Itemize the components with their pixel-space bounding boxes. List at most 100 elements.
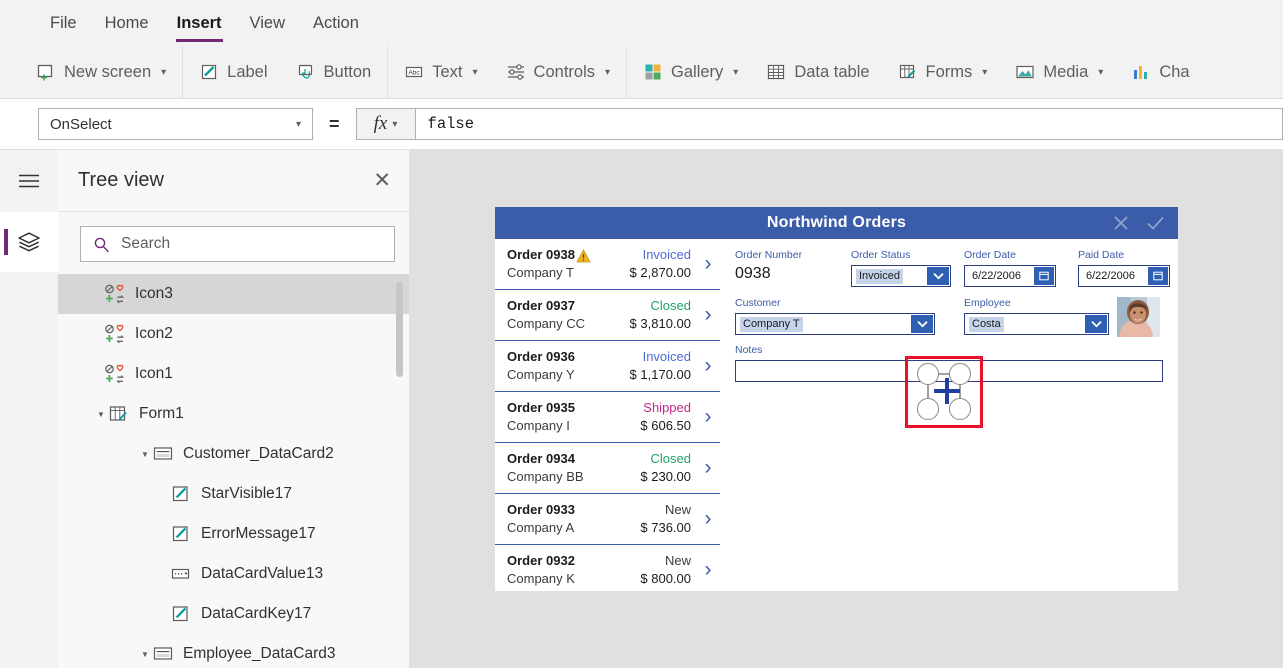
tree-view-title: Tree view	[78, 169, 164, 191]
chevron-down-icon: ▾	[605, 66, 611, 78]
canvas-workspace: Northwind Orders Order 0938 Company T In…	[410, 150, 1283, 668]
chevron-right-icon[interactable]: ›	[696, 303, 720, 327]
field-value: Company T	[740, 316, 803, 332]
chevron-right-icon[interactable]: ›	[696, 252, 720, 276]
ribbon-text[interactable]: Abc Text ▾	[390, 53, 491, 91]
paid-date-input[interactable]: 6/22/2006	[1078, 265, 1170, 287]
ribbon-forms-label: Forms	[925, 62, 973, 81]
chevron-right-icon[interactable]: ›	[696, 405, 720, 429]
app-title-bar: Northwind Orders	[495, 207, 1178, 239]
menu-tab-view[interactable]: View	[236, 11, 299, 35]
order-status-dropdown[interactable]: Invoiced	[851, 265, 951, 287]
field-value: Invoiced	[856, 268, 903, 284]
icon-control-icon	[105, 284, 125, 304]
tree-node-form1[interactable]: ▼ Form1	[58, 394, 409, 434]
tree-node-datacardkey17[interactable]: DataCardKey17	[58, 594, 409, 634]
menu-tab-file[interactable]: File	[36, 11, 91, 35]
gallery-row[interactable]: Order 0935 Company I Shipped $ 606.50 ›	[495, 392, 720, 443]
ribbon-new-screen[interactable]: New screen ▾	[22, 53, 180, 91]
chevron-right-icon[interactable]: ›	[696, 558, 720, 582]
tree-node-icon2[interactable]: Icon2	[58, 314, 409, 354]
ribbon-data-table[interactable]: Data table	[752, 53, 883, 91]
field-label: Paid Date	[1078, 249, 1125, 261]
menu-tab-insert[interactable]: Insert	[163, 11, 236, 42]
order-number: Order 0933	[507, 502, 575, 517]
chevron-right-icon[interactable]: ›	[696, 456, 720, 480]
order-detail-form: Order Number 0938 Order Status Invoiced …	[720, 239, 1178, 591]
ribbon-charts-label: Cha	[1159, 62, 1190, 81]
tree-node-icon3[interactable]: Icon3	[58, 274, 409, 314]
ribbon-media[interactable]: Media ▾	[1001, 53, 1117, 91]
left-tool-rail	[0, 150, 58, 668]
employee-dropdown[interactable]: Costa	[964, 313, 1109, 335]
tree-view-panel: Tree view ✕ Search Icon3 Icon2 Icon1 ▼ F…	[58, 150, 410, 668]
tree-node-label: DataCardValue13	[201, 565, 324, 582]
caret-expanded-icon[interactable]: ▼	[94, 410, 108, 419]
search-input[interactable]: Search	[80, 226, 395, 262]
dropdown-control-icon	[171, 568, 190, 579]
gallery-row[interactable]: Order 0938 Company T Invoiced $ 2,870.00…	[495, 239, 720, 290]
gallery-row[interactable]: Order 0933 Company A New $ 736.00 ›	[495, 494, 720, 545]
dropdown-chevron-icon[interactable]	[911, 315, 933, 333]
caret-expanded-icon[interactable]: ▼	[138, 650, 152, 659]
ribbon-label[interactable]: Label	[185, 53, 281, 91]
field-paid-date: Paid Date 6/22/2006	[1078, 249, 1170, 287]
ribbon-controls[interactable]: Controls ▾	[492, 53, 624, 91]
chevron-down-icon: ▾	[295, 118, 301, 130]
tree-node-datacardvalue13[interactable]: DataCardValue13	[58, 554, 409, 594]
gallery-row[interactable]: Order 0932 Company K New $ 800.00 ›	[495, 545, 720, 591]
ribbon-text-label: Text	[432, 62, 463, 81]
status-badge: Invoiced	[642, 349, 691, 364]
field-label: Order Status	[851, 249, 911, 261]
order-amount: $ 3,810.00	[629, 316, 691, 331]
fx-button[interactable]: fx ▾	[355, 108, 415, 140]
notes-input[interactable]	[735, 360, 1163, 382]
label-control-icon	[172, 606, 188, 622]
confirm-check-icon[interactable]	[1144, 212, 1166, 234]
close-icon[interactable]: ✕	[373, 170, 391, 191]
ribbon-gallery[interactable]: Gallery ▾	[629, 53, 752, 91]
ribbon-forms[interactable]: Forms ▾	[884, 53, 1002, 91]
field-order-date: Order Date 6/22/2006	[964, 249, 1056, 287]
property-select[interactable]: OnSelect ▾	[38, 108, 313, 140]
tree-node-customer-datacard2[interactable]: ▼ Customer_DataCard2	[58, 434, 409, 474]
tree-search-wrap: Search	[58, 212, 409, 274]
ribbon-button[interactable]: Button	[282, 53, 386, 91]
order-date-input[interactable]: 6/22/2006	[964, 265, 1056, 287]
chevron-down-icon: ▾	[161, 66, 167, 78]
gallery-row[interactable]: Order 0934 Company BB Closed $ 230.00 ›	[495, 443, 720, 494]
ribbon-charts[interactable]: Cha	[1117, 53, 1203, 91]
order-amount: $ 736.00	[640, 520, 691, 535]
field-label: Notes	[735, 344, 763, 356]
formula-bar: OnSelect ▾ = fx ▾ false	[0, 99, 1283, 150]
gallery-row[interactable]: Order 0937 Company CC Closed $ 3,810.00 …	[495, 290, 720, 341]
ribbon-divider	[182, 45, 184, 99]
dropdown-chevron-icon[interactable]	[1085, 315, 1107, 333]
sidebar-item-tree-view[interactable]	[0, 212, 58, 272]
status-badge: New	[664, 502, 691, 517]
chevron-right-icon[interactable]: ›	[696, 354, 720, 378]
tree-node-starvisible17[interactable]: StarVisible17	[58, 474, 409, 514]
hamburger-menu-button[interactable]	[0, 150, 58, 212]
ribbon-label-label: Label	[227, 62, 268, 81]
chevron-right-icon[interactable]: ›	[696, 507, 720, 531]
tree-node-errormessage17[interactable]: ErrorMessage17	[58, 514, 409, 554]
order-amount: $ 2,870.00	[629, 265, 691, 280]
menu-tab-home[interactable]: Home	[91, 11, 163, 35]
menu-tab-action[interactable]: Action	[299, 11, 373, 35]
dropdown-chevron-icon[interactable]	[927, 267, 949, 285]
avatar-photo-icon	[1117, 297, 1160, 337]
tree-scrollbar-thumb[interactable]	[396, 282, 403, 377]
gallery-row[interactable]: Order 0936 Company Y Invoiced $ 1,170.00…	[495, 341, 720, 392]
calendar-icon[interactable]	[1034, 267, 1054, 285]
customer-dropdown[interactable]: Company T	[735, 313, 935, 335]
status-badge: Shipped	[643, 400, 691, 415]
caret-expanded-icon[interactable]: ▼	[138, 450, 152, 459]
calendar-icon[interactable]	[1148, 267, 1168, 285]
formula-input[interactable]: false	[414, 108, 1283, 140]
tree-node-icon1[interactable]: Icon1	[58, 354, 409, 394]
tree-node-employee-datacard3[interactable]: ▼ Employee_DataCard3	[58, 634, 409, 668]
cancel-icon[interactable]	[1110, 212, 1132, 234]
field-value: 6/22/2006	[972, 269, 1021, 282]
label-control-icon	[172, 486, 188, 502]
